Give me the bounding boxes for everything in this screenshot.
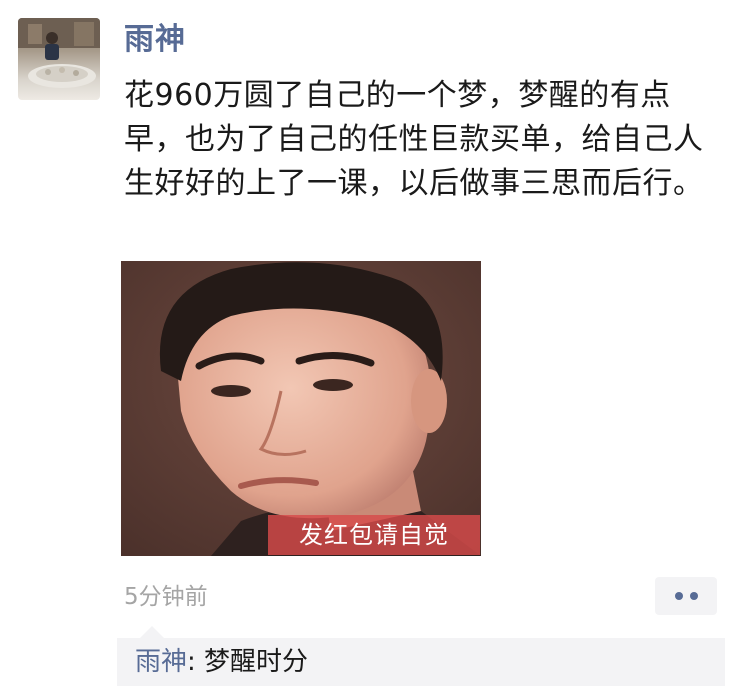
comment-item[interactable]: 雨神: 梦醒时分 (135, 644, 308, 680)
post-text: 花960万圆了自己的一个梦，梦醒的有点早，也为了自己的任性巨款买单，给自己人生好… (124, 78, 704, 201)
avatar[interactable] (18, 18, 100, 100)
avatar-photo (18, 18, 100, 88)
comment-text: 梦醒时分 (204, 647, 309, 677)
comment-list: 雨神: 梦醒时分 (117, 638, 725, 686)
comment-caret (140, 626, 164, 638)
two-dots-icon (674, 592, 683, 600)
post-photo (121, 261, 481, 556)
post-image[interactable] (121, 261, 481, 556)
post-author[interactable]: 雨神 (124, 20, 186, 60)
comment-separator: : (187, 647, 205, 677)
comment-author[interactable]: 雨神 (135, 647, 187, 677)
image-watermark: 发红包请自觉 (268, 515, 480, 555)
two-dots-icon (689, 592, 698, 600)
post-timestamp: 5分钟前 (124, 584, 208, 610)
more-button[interactable] (655, 577, 717, 615)
